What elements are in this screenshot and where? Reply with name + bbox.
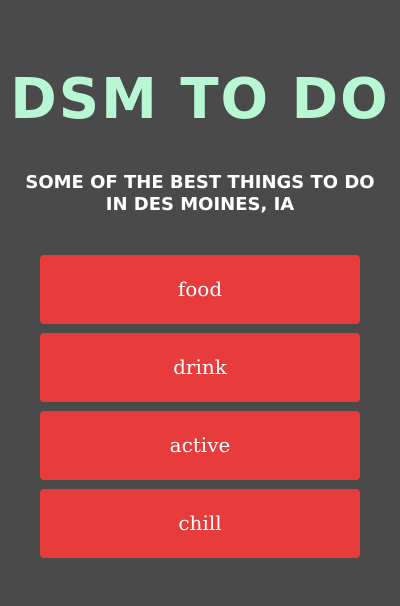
page-title: DSM TO DO [10,67,390,132]
page-subtitle: SOME OF THE BEST THINGS TO DO IN DES MOI… [25,172,375,215]
active-button[interactable]: active [40,411,360,480]
food-button[interactable]: food [40,255,360,324]
drink-button[interactable]: drink [40,333,360,402]
category-menu: food drink active chill [40,255,360,567]
chill-button[interactable]: chill [40,489,360,558]
